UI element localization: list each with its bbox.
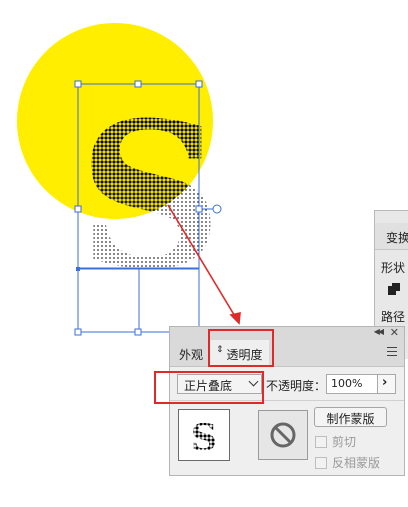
chevron-right-icon: › — [382, 375, 388, 390]
panel-tabs: 外观 ⇕ 透明度 — [170, 340, 404, 367]
transparency-panel: ◀◀ ✕ 外观 ⇕ 透明度 正片叠底 不透明度： 100% › S 制作蒙版 剪切… — [169, 326, 405, 476]
opacity-slider-button[interactable]: › — [377, 374, 396, 394]
panel-title-bar[interactable]: ◀◀ ✕ — [170, 326, 404, 340]
object-thumbnail[interactable]: S — [178, 409, 230, 461]
chevron-down-icon — [248, 376, 259, 387]
opacity-value: 100% — [331, 377, 363, 390]
shape-square-icon[interactable] — [388, 283, 400, 295]
make-mask-button[interactable]: 制作蒙版 — [314, 407, 387, 427]
svg-text:S: S — [191, 417, 217, 459]
blend-mode-select[interactable]: 正片叠底 — [177, 374, 262, 394]
shape-label: 形状 — [381, 261, 406, 275]
prohibited-icon — [270, 422, 296, 448]
panel-menu-icon[interactable] — [387, 347, 397, 357]
tab-transparency[interactable]: ⇕ 透明度 — [210, 340, 269, 366]
tab-transform-label: 变换 — [386, 231, 408, 245]
updown-icon: ⇕ — [216, 345, 224, 355]
make-mask-label: 制作蒙版 — [326, 412, 375, 426]
blend-mode-value: 正片叠底 — [184, 379, 233, 393]
double-chevron-icon[interactable]: ◀◀ — [374, 327, 384, 336]
close-icon[interactable]: ✕ — [390, 326, 399, 339]
mask-thumbnail[interactable] — [258, 410, 308, 460]
path-label: 路径 — [381, 310, 406, 324]
opacity-label: 不透明度： — [266, 379, 327, 393]
clip-checkbox-box[interactable] — [315, 435, 327, 448]
tab-transform[interactable]: 变换 — [375, 223, 408, 250]
invert-mask-checkbox-box[interactable] — [315, 456, 327, 469]
invert-mask-label: 反相蒙版 — [332, 456, 381, 470]
invert-mask-checkbox[interactable]: 反相蒙版 — [315, 454, 380, 471]
anchor-point — [76, 267, 80, 271]
clip-checkbox[interactable]: 剪切 — [315, 433, 356, 450]
clip-label: 剪切 — [332, 435, 357, 449]
tab-appearance[interactable]: 外观 — [179, 346, 203, 363]
tab-transparency-label: 透明度 — [226, 348, 263, 362]
opacity-input[interactable]: 100% — [326, 374, 378, 394]
divider — [170, 400, 404, 401]
